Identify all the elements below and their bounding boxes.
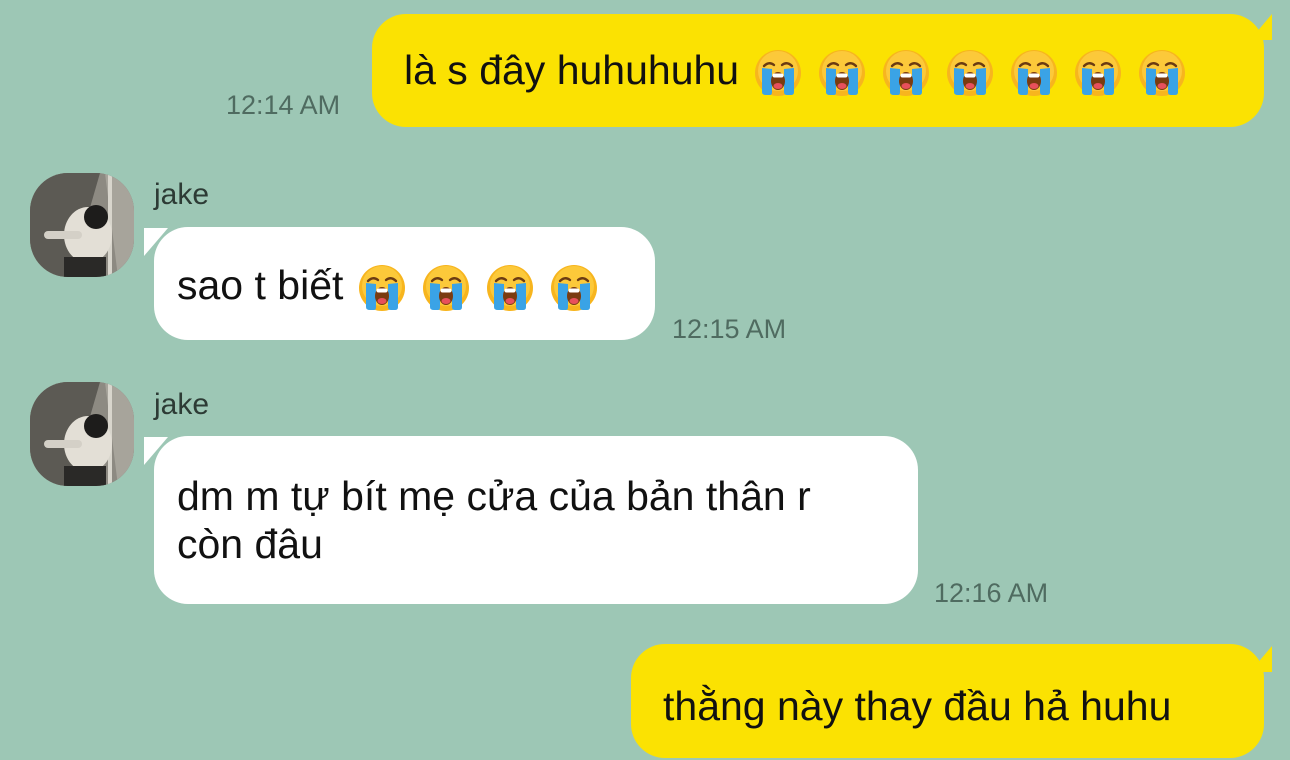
message-time: 12:14 AM: [226, 90, 341, 120]
avatar[interactable]: [30, 382, 134, 486]
message-text-line: còn đâu: [177, 521, 323, 567]
incoming-message-bubble[interactable]: dm m tự bít mẹ cửa của bản thân r còn đâ…: [154, 436, 918, 604]
sender-name: jake: [154, 388, 210, 421]
loudly-crying-face-icon: [487, 265, 534, 312]
emoji-row: [753, 48, 1187, 98]
loudly-crying-face-icon: [551, 265, 598, 312]
outgoing-message-bubble[interactable]: là s đây huhuhuhu: [372, 14, 1264, 127]
loudly-crying-face-icon: [359, 265, 406, 312]
outgoing-bubble-tail: [1250, 646, 1272, 672]
outgoing-message-bubble[interactable]: thằng này thay đầu hả huhu: [631, 644, 1264, 758]
avatar-photo: [30, 382, 134, 486]
sender-name: jake: [154, 178, 210, 211]
message-text: là s đây huhuhuhu: [404, 47, 740, 93]
loudly-crying-face-icon: [1139, 50, 1186, 97]
outgoing-bubble-tail: [1250, 14, 1272, 40]
chat-area: 12:14 AM là s đây huhuhuhu jake sao t bi…: [0, 0, 1290, 760]
message-time: 12:15 AM: [672, 314, 787, 344]
message-text-line: dm m tự bít mẹ cửa của bản thân r: [177, 473, 811, 519]
incoming-message-bubble[interactable]: sao t biết: [154, 227, 655, 340]
loudly-crying-face-icon: [423, 265, 470, 312]
loudly-crying-face-icon: [947, 50, 994, 97]
message-time: 12:16 AM: [934, 578, 1049, 608]
avatar[interactable]: [30, 173, 134, 277]
loudly-crying-face-icon: [1011, 50, 1058, 97]
loudly-crying-face-icon: [1075, 50, 1122, 97]
loudly-crying-face-icon: [819, 50, 866, 97]
message-text: thằng này thay đầu hả huhu: [663, 683, 1172, 729]
emoji-row: [357, 263, 599, 313]
avatar-photo: [30, 173, 134, 277]
loudly-crying-face-icon: [755, 50, 802, 97]
message-text: sao t biết: [177, 262, 344, 308]
loudly-crying-face-icon: [883, 50, 930, 97]
